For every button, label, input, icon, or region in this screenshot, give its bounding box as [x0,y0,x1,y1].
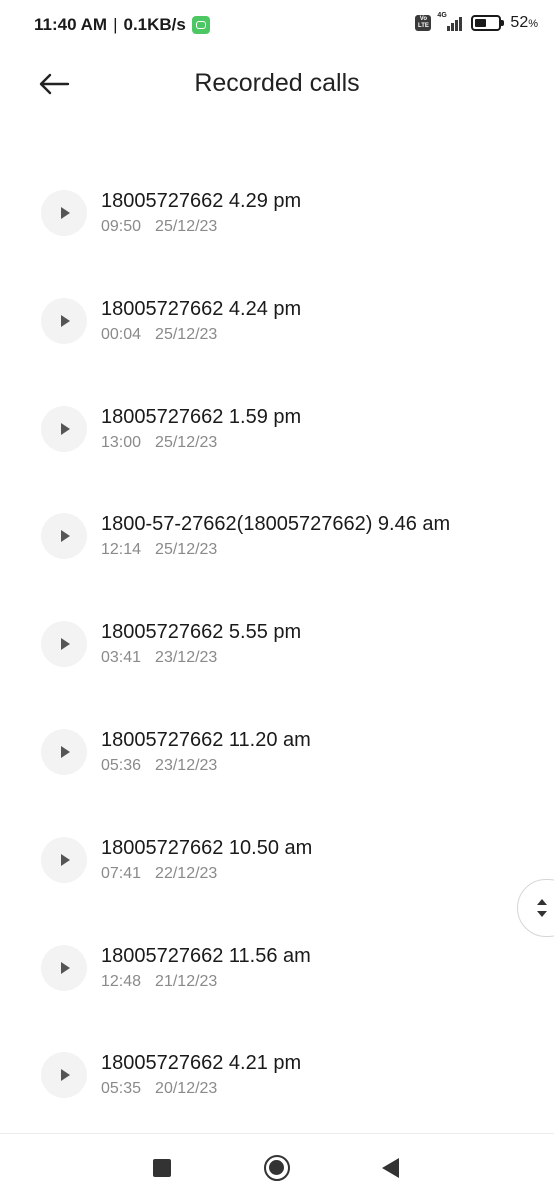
recording-meta: 07:41 22/12/23 [101,865,217,883]
signal-icon: 4G [437,12,463,32]
recording-title: 18005727662 11.56 am [101,944,311,967]
network-speed: 0.1KB/s [123,15,186,34]
recording-title: 18005727662 4.24 pm [101,297,302,320]
status-right: Vo LTE 4G 52% [415,12,538,32]
recording-title: 18005727662 11.20 am [101,728,311,751]
recording-meta: 05:36 23/12/23 [101,757,217,775]
recording-duration: 12:48 [101,972,142,990]
recording-item[interactable]: 18005727662 11.56 am 12:48 21/12/23 [0,901,554,1009]
battery-fill [475,19,487,27]
recording-title: 18005727662 4.21 pm [101,1052,302,1075]
recording-date: 25/12/23 [155,541,218,559]
recording-meta: 12:14 25/12/23 [101,541,217,559]
recording-item[interactable]: 18005727662 10.50 am 07:41 22/12/23 [0,793,554,901]
recording-date: 23/12/23 [155,756,218,774]
status-bar: 11:40 AM | 0.1KB/s Vo LTE 4G 52% [0,0,554,52]
play-button[interactable] [41,190,87,236]
back-nav-button[interactable] [382,1158,399,1178]
recording-duration: 12:14 [101,541,142,559]
recording-item[interactable]: 18005727662 4.24 pm 00:04 25/12/23 [0,254,554,362]
recording-date: 23/12/23 [155,649,218,667]
recording-duration: 07:41 [101,864,142,882]
recording-date: 25/12/23 [155,325,218,343]
volte-icon: Vo LTE [415,15,432,31]
notification-app-icon [191,16,210,34]
recents-button[interactable] [153,1159,171,1177]
play-button[interactable] [41,405,87,452]
recording-item[interactable]: 18005727662 11.20 am 05:36 23/12/23 [0,685,554,793]
recording-duration: 09:50 [101,218,142,235]
play-button[interactable] [41,1052,87,1099]
navigation-bar [0,1133,554,1200]
page-title: Recorded calls [194,69,360,97]
recording-duration: 05:35 [101,1080,142,1098]
recording-duration: 13:00 [101,433,142,451]
recording-item[interactable]: 18005727662 4.29 pm 09:50 25/12/23 [0,146,554,254]
recording-item[interactable]: 18005727662 4.21 pm 05:35 20/12/23 [0,1008,554,1116]
play-button[interactable] [41,728,87,775]
play-button[interactable] [41,513,87,560]
play-button[interactable] [41,836,87,883]
recording-meta: 00:04 25/12/23 [101,326,217,344]
recording-item[interactable]: 18005727662 1.59 pm 13:00 25/12/23 [0,362,554,470]
recording-item[interactable]: 18005727662 5.55 pm 03:41 23/12/23 [0,577,554,685]
status-separator: | [113,15,118,34]
recording-meta: 09:50 25/12/23 [101,218,217,236]
recording-date: 20/12/23 [155,1080,218,1098]
recording-list: 18005727662 4.29 pm 09:50 25/12/23 18005727… [0,146,554,1116]
recording-date: 25/12/23 [155,433,218,451]
app-header: Recorded calls [0,52,554,116]
recording-meta: 03:41 23/12/23 [101,649,217,667]
recording-title: 18005727662 10.50 am [101,836,313,859]
recording-duration: 00:04 [101,325,142,343]
recording-title: 18005727662 1.59 pm [101,405,302,428]
recording-date: 22/12/23 [155,864,218,882]
recording-title: 18005727662 4.29 pm [101,190,302,212]
scroll-down-icon [537,911,547,917]
play-button[interactable] [41,297,87,344]
recording-title: 1800-57-27662(18005727662) 9.46 am [101,513,451,536]
status-left: 11:40 AM | 0.1KB/s [34,15,210,35]
status-time: 11:40 AM [34,15,108,34]
recording-title: 18005727662 5.55 pm [101,621,302,644]
recording-date: 25/12/23 [155,218,218,235]
recording-meta: 13:00 25/12/23 [101,434,217,452]
recording-meta: 05:35 20/12/23 [101,1080,217,1098]
network-type: 4G [437,12,447,19]
recording-duration: 03:41 [101,649,142,667]
play-button[interactable] [41,621,87,668]
battery-icon [471,15,505,31]
battery-percent: 52% [510,14,538,31]
recording-duration: 05:36 [101,756,142,774]
recording-item[interactable]: 1800-57-27662(18005727662) 9.46 am 12:14 2… [0,469,554,577]
home-button[interactable] [264,1155,290,1181]
recording-meta: 12:48 21/12/23 [101,973,217,991]
play-button[interactable] [41,944,87,991]
scroll-up-icon [537,899,547,905]
recording-date: 21/12/23 [155,972,218,990]
